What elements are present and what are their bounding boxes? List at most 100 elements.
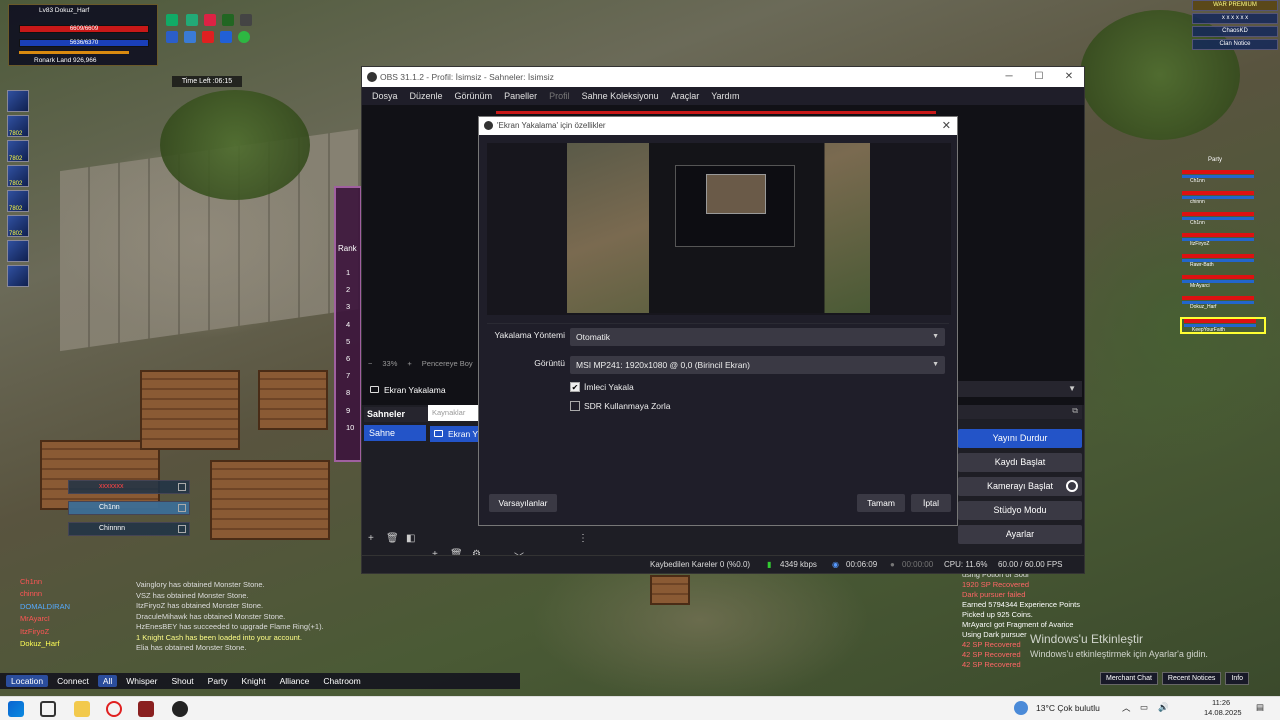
menu-icon[interactable] [178, 525, 186, 533]
force-sdr-checkbox[interactable] [570, 401, 580, 411]
chat-icon[interactable] [222, 14, 234, 26]
menu-profile[interactable]: Profil [543, 91, 576, 101]
minimize-icon[interactable]: ─ [994, 67, 1024, 87]
party-member[interactable]: Ch1nn [1180, 212, 1266, 229]
display-select[interactable]: MSI MP241: 1920x1080 @ 0,0 (Birincil Ekr… [570, 356, 945, 374]
party-member[interactable]: ItzFiryoZ [1180, 233, 1266, 250]
party-member[interactable]: Chinnnn [68, 522, 190, 536]
party-member[interactable]: Dokuz_Harf [1180, 296, 1266, 313]
tab-connect[interactable]: Connect [52, 675, 94, 687]
skill-slot[interactable] [7, 240, 29, 262]
stop-streaming-button[interactable]: Yayını Durdur [958, 429, 1082, 448]
menu-tools[interactable]: Araçlar [665, 91, 706, 101]
context-dropdown[interactable]: ▼ [958, 381, 1082, 397]
chevron-up-icon[interactable]: ︿ [1122, 702, 1131, 714]
tab-location[interactable]: Location [6, 675, 49, 687]
menu-icon[interactable] [178, 504, 186, 512]
obs-icon[interactable] [172, 701, 188, 717]
instagram-icon[interactable] [204, 14, 216, 26]
party-member[interactable]: Rawr-Bath [1180, 254, 1266, 271]
dialog-title-bar[interactable]: 'Ekran Yakalama' için özellikler ✕ [479, 117, 957, 135]
settings-button[interactable]: Ayarlar [958, 525, 1082, 544]
capture-cursor-option[interactable]: ✔ İmleci Yakala [570, 380, 634, 394]
clan-notice[interactable]: Clan Notice [1192, 39, 1278, 50]
weather-text[interactable]: 13°C Çok bulutlu [1036, 703, 1100, 713]
source-item[interactable]: Ekran Y [430, 426, 480, 442]
game-icon[interactable] [138, 701, 154, 717]
menu-view[interactable]: Görünüm [449, 91, 499, 101]
notification-icon[interactable]: ▤ [1256, 702, 1264, 713]
skill-slot[interactable]: 7802 [7, 190, 29, 212]
skill-slot[interactable]: 7802 [7, 115, 29, 137]
tab-all[interactable]: All [97, 675, 118, 687]
clock-time[interactable]: 11:26 [1212, 698, 1230, 707]
force-sdr-option[interactable]: SDR Kullanmaya Zorla [570, 399, 670, 413]
chat-user[interactable]: Dokuz_Harf [20, 638, 130, 650]
sources-tab[interactable]: Kaynaklar [428, 405, 478, 421]
zoom-in-icon[interactable]: + [407, 359, 411, 373]
scene-filter-icon[interactable]: ◧ [406, 533, 415, 544]
maximize-icon[interactable]: ☐ [1024, 67, 1054, 87]
volume-icon[interactable]: 🔊 [1158, 702, 1169, 713]
zoom-out-icon[interactable]: − [368, 359, 372, 373]
network-icon[interactable]: ▭ [1140, 702, 1148, 713]
tab-info[interactable]: Info [1225, 672, 1250, 685]
more-options-icon[interactable]: ⋮ [578, 533, 588, 544]
capture-method-select[interactable]: Otomatik ▼ [570, 328, 945, 346]
defaults-button[interactable]: Varsayılanlar [489, 494, 557, 512]
gear-icon[interactable] [1066, 480, 1078, 492]
party-member[interactable]: chinnn [1180, 191, 1266, 208]
file-explorer-icon[interactable] [74, 701, 90, 717]
start-virtual-camera-button[interactable]: Kamerayı Başlat [958, 477, 1082, 496]
tab-recent-notices[interactable]: Recent Notices [1161, 672, 1222, 685]
windows-start-icon[interactable] [8, 701, 24, 717]
capture-cursor-checkbox[interactable]: ✔ [570, 382, 580, 392]
party-member[interactable]: MrAyarci [1180, 275, 1266, 292]
studio-mode-button[interactable]: Stüdyo Modu [958, 501, 1082, 520]
cancel-button[interactable]: İptal [911, 494, 951, 512]
party-member-selected[interactable]: KeepYourFaith [1180, 317, 1266, 334]
tab-chatroom[interactable]: Chatroom [318, 675, 365, 687]
menu-file[interactable]: Dosya [366, 91, 404, 101]
youtube-icon[interactable] [202, 31, 214, 43]
tab-merchant-chat[interactable]: Merchant Chat [1100, 672, 1158, 685]
tab-alliance[interactable]: Alliance [275, 675, 315, 687]
menu-scene-collection[interactable]: Sahne Koleksiyonu [576, 91, 665, 101]
task-view-icon[interactable] [40, 701, 56, 717]
chat-user[interactable]: MrAyarcI [20, 613, 130, 625]
wifi-icon[interactable] [166, 14, 178, 26]
party-member[interactable]: Ch1nn [68, 501, 190, 515]
tab-shout[interactable]: Shout [166, 675, 198, 687]
discord-icon[interactable] [166, 31, 178, 43]
add-scene-icon[interactable]: + [368, 533, 374, 544]
remove-scene-icon[interactable]: 🗑 [386, 533, 399, 544]
skill-slot[interactable]: 7802 [7, 165, 29, 187]
facebook-icon[interactable] [220, 31, 232, 43]
close-icon[interactable]: ✕ [942, 117, 951, 135]
tab-party[interactable]: Party [203, 675, 233, 687]
skill-slot[interactable] [7, 265, 29, 287]
menu-docks[interactable]: Paneller [498, 91, 543, 101]
chat-user[interactable]: chinnn [20, 588, 130, 600]
scene-item[interactable]: Sahne [364, 425, 426, 441]
menu-icon[interactable] [178, 483, 186, 491]
settings-icon[interactable] [240, 14, 252, 26]
menu-edit[interactable]: Düzenle [404, 91, 449, 101]
party-member[interactable]: Ch1nn [1180, 170, 1266, 187]
fit-to-window-button[interactable]: Pencereye Boy [422, 359, 473, 373]
chat-user[interactable]: DOMALDIRAN [20, 601, 130, 613]
ok-button[interactable]: Tamam [857, 494, 905, 512]
start-recording-button[interactable]: Kaydı Başlat [958, 453, 1082, 472]
phone-icon[interactable] [186, 14, 198, 26]
whatsapp-icon[interactable] [238, 31, 250, 43]
undock-icon[interactable]: ⧉ [1072, 406, 1078, 416]
telegram-icon[interactable] [184, 31, 196, 43]
tab-knight[interactable]: Knight [237, 675, 271, 687]
clock-date[interactable]: 14.08.2025 [1204, 708, 1242, 717]
chat-user[interactable]: ItzFiryoZ [20, 626, 130, 638]
opera-icon[interactable] [106, 701, 122, 717]
menu-help[interactable]: Yardım [705, 91, 745, 101]
obs-title-bar[interactable]: OBS 31.1.2 - Profil: İsimsiz - Sahneler:… [362, 67, 1084, 87]
skill-slot[interactable]: 7802 [7, 140, 29, 162]
chat-user[interactable]: Ch1nn [20, 576, 130, 588]
